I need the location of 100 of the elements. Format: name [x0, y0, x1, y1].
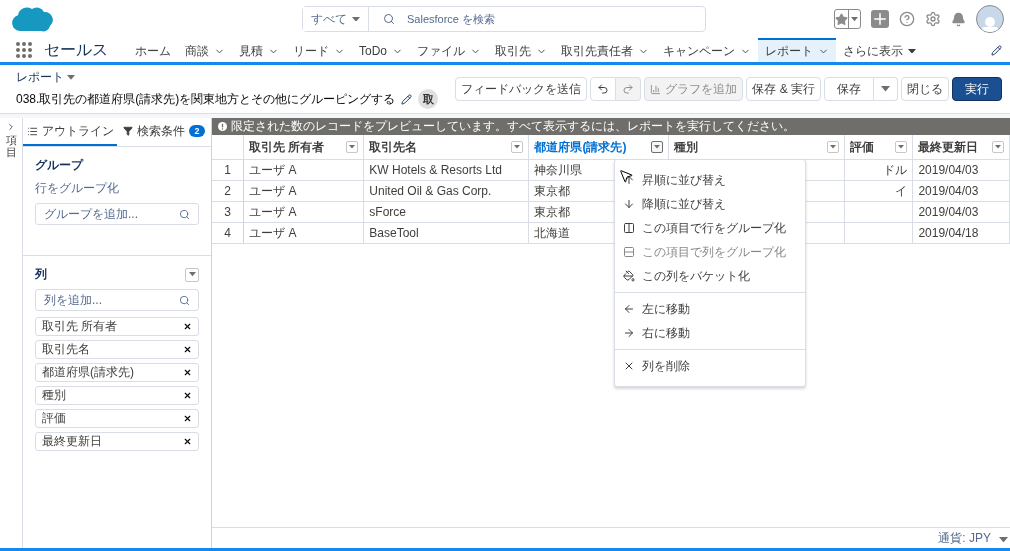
caret-icon	[908, 48, 916, 54]
menu-item[interactable]: この列をバケット化	[615, 264, 805, 288]
remove-icon[interactable]	[183, 414, 192, 423]
table-cell: 2019/04/03	[912, 201, 1010, 223]
caret-icon	[654, 145, 661, 149]
app-launcher-icon[interactable]	[16, 42, 32, 58]
caret-icon	[349, 145, 356, 149]
group-search-field[interactable]: グループを追加...	[35, 203, 199, 225]
caret-icon	[514, 145, 521, 149]
run-button[interactable]: 実行	[952, 77, 1002, 101]
menu-item[interactable]: 右に移動	[615, 321, 805, 345]
table-cell: United Oil & Gas Corp.	[363, 180, 529, 202]
table-cell: 2019/04/03	[912, 159, 1010, 181]
remove-icon[interactable]	[183, 345, 192, 354]
more-tab[interactable]: さらに表示	[836, 38, 923, 62]
nav-tab[interactable]: ファイル	[410, 38, 488, 62]
undo-icon	[597, 83, 610, 95]
user-badge: 取	[418, 89, 439, 109]
nav-tab[interactable]: キャンペーン	[656, 38, 758, 62]
table-cell: BaseTool	[363, 222, 529, 244]
column-pill[interactable]: 最終更新日	[35, 432, 199, 451]
menu-item[interactable]: 左に移動	[615, 297, 805, 321]
arrow-left-icon	[623, 303, 635, 315]
column-pill[interactable]: 取引先名	[35, 340, 199, 359]
table-cell: ユーザ A	[243, 180, 364, 202]
column-pill[interactable]: 評価	[35, 409, 199, 428]
table-cell: 2019/04/18	[912, 222, 1010, 244]
arrow-down-icon	[623, 198, 635, 210]
save-menu-button[interactable]	[874, 77, 898, 101]
dropdown-button[interactable]	[185, 267, 199, 282]
remove-icon[interactable]	[183, 391, 192, 400]
column-search-field[interactable]: 列を追加...	[35, 289, 199, 311]
chart-icon	[650, 83, 662, 95]
panel-tab[interactable]: 検索条件 2	[117, 118, 211, 146]
bucket-icon	[623, 270, 635, 282]
search-icon	[179, 208, 190, 220]
fields-side-tab[interactable]: 項目	[0, 118, 23, 548]
table-cell: KW Hotels & Resorts Ltd	[363, 159, 529, 181]
save-button[interactable]: 保存	[824, 77, 874, 101]
row-number: 3	[212, 201, 244, 223]
nav-tab[interactable]: リード	[286, 38, 352, 62]
remove-icon[interactable]	[183, 322, 192, 331]
list-icon	[26, 125, 38, 137]
app-name: セールス	[44, 41, 108, 59]
settings-icon[interactable]	[925, 11, 941, 27]
table-cell: sForce	[363, 201, 529, 223]
field-label: 行をグループ化	[35, 180, 120, 197]
panel-tab[interactable]: アウトライン	[23, 118, 117, 146]
toolbar-button[interactable]: フィードバックを送信	[455, 77, 588, 101]
undo-button[interactable]	[590, 77, 617, 101]
edit-icon[interactable]	[401, 93, 413, 105]
nav-tab[interactable]: 商談	[178, 38, 232, 62]
nav-tab[interactable]: レポート	[758, 38, 836, 62]
preview-banner: 限定された数のレコードをプレビューしています。すべて表示するには、レポートを実行してください。	[212, 118, 1010, 135]
nav-tab[interactable]: 取引先	[488, 38, 554, 62]
table-cell: ユーザ A	[243, 201, 364, 223]
remove-icon[interactable]	[183, 368, 192, 377]
chevron-right-icon	[6, 122, 16, 132]
caret-icon	[188, 272, 196, 277]
caret-icon	[898, 145, 905, 149]
favorites-button[interactable]	[834, 9, 861, 29]
caret-icon	[830, 145, 837, 149]
table-cell: イ	[844, 180, 913, 202]
bell-icon[interactable]	[951, 11, 966, 27]
toolbar-button[interactable]: 閉じる	[901, 77, 949, 101]
currency-label: 通貨: JPY	[938, 529, 991, 547]
section-heading: グループ	[35, 157, 85, 174]
avatar[interactable]	[976, 5, 1004, 33]
nav-tab[interactable]: 見積	[232, 38, 286, 62]
toolbar-button[interactable]: 保存 & 実行	[746, 77, 821, 101]
row-number: 4	[212, 222, 244, 244]
column-header[interactable]: 評価	[844, 135, 913, 160]
breadcrumb[interactable]: レポート	[16, 69, 439, 86]
column-header[interactable]: 取引先名	[363, 135, 529, 160]
column-pill[interactable]: 都道府県(請求先)	[35, 363, 199, 382]
nav-tab[interactable]: 取引先責任者	[554, 38, 656, 62]
menu-item[interactable]: 列を削除	[615, 354, 805, 378]
column-pill[interactable]: 取引先 所有者	[35, 317, 199, 336]
filter-icon	[123, 126, 134, 136]
table-cell: ドル	[844, 159, 913, 181]
star-icon	[835, 12, 848, 26]
add-icon[interactable]	[871, 10, 889, 28]
search-icon	[179, 294, 190, 306]
nav-tab[interactable]: ホーム	[128, 38, 178, 62]
rows-icon	[623, 246, 635, 258]
edit-icon[interactable]	[991, 44, 1002, 56]
help-icon[interactable]	[899, 11, 915, 27]
column-header[interactable]: 最終更新日	[912, 135, 1010, 160]
caret-icon	[881, 86, 890, 92]
report-title: 038.取引先の都道府県(請求先)を関東地方とその他にグルーピングする	[16, 90, 396, 108]
nav-tab[interactable]: ToDo	[352, 38, 410, 62]
info-icon	[218, 122, 227, 131]
columns-icon	[623, 222, 635, 234]
caret-icon	[999, 536, 1008, 542]
column-pill[interactable]: 種別	[35, 386, 199, 405]
column-header[interactable]: 取引先 所有者	[243, 135, 364, 160]
row-number: 1	[212, 159, 244, 181]
remove-icon[interactable]	[183, 437, 192, 446]
caret-icon	[67, 75, 75, 80]
mouse-pointer-icon	[618, 168, 634, 184]
